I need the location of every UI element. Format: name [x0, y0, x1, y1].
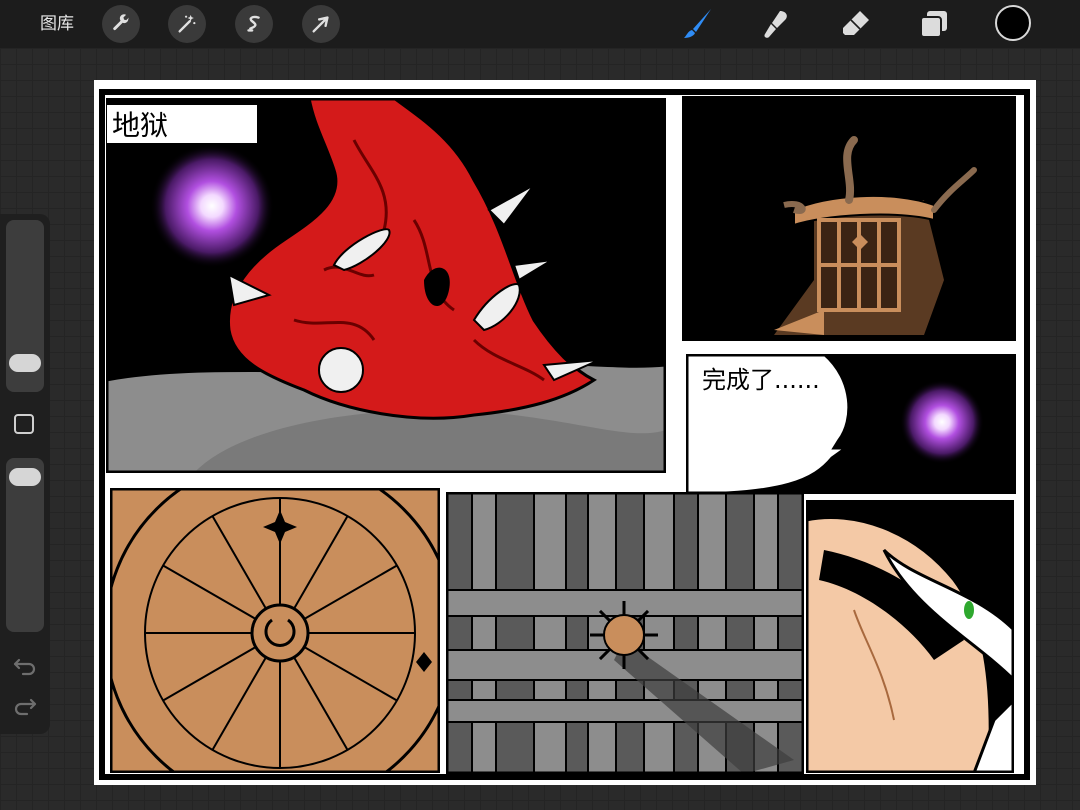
wrench-icon [113, 14, 129, 31]
left-sidebar [0, 214, 50, 734]
redo-icon [14, 698, 37, 716]
panel-hell: 地狱 [106, 98, 666, 473]
modify-button[interactable] [14, 414, 34, 434]
panel-parchment [110, 488, 440, 773]
actions-button[interactable] [102, 5, 140, 43]
opacity-slider[interactable] [6, 458, 44, 632]
brush-button[interactable] [678, 5, 718, 43]
top-toolbar: 图库 [0, 0, 1080, 48]
transform-arrow-icon [312, 16, 329, 33]
undo-icon [13, 658, 36, 676]
stone-column [643, 492, 675, 774]
brush-icon [684, 9, 711, 38]
panel-lantern [682, 96, 1016, 341]
portal-glow-small [900, 380, 984, 464]
gallery-button[interactable]: 图库 [30, 10, 84, 38]
transform-button[interactable] [302, 5, 340, 43]
brush-size-thumb[interactable] [9, 353, 41, 372]
eraser-icon [843, 11, 869, 35]
selection-icon [247, 15, 260, 32]
panel-stone-grid [446, 492, 804, 774]
portal-glow [150, 144, 274, 268]
selection-button[interactable] [235, 5, 273, 43]
layers-icon [920, 11, 947, 38]
layers-button[interactable] [914, 5, 954, 43]
panel-face [806, 500, 1014, 773]
stone-column [753, 492, 779, 774]
stone-column [471, 492, 497, 774]
color-swatch[interactable] [995, 5, 1031, 41]
undo-button[interactable] [12, 654, 38, 678]
smudge-icon [764, 11, 787, 38]
drawing-canvas[interactable]: 地狱 完成了...... [94, 80, 1036, 785]
stone-column [533, 492, 567, 774]
eraser-button[interactable] [836, 5, 876, 43]
opacity-thumb[interactable] [9, 468, 41, 487]
adjustments-button[interactable] [168, 5, 206, 43]
redo-button[interactable] [12, 694, 38, 718]
caption-hell: 地狱 [112, 109, 168, 142]
stone-row [446, 699, 804, 723]
smudge-button[interactable] [756, 5, 796, 43]
panel-completed: 完成了...... [686, 354, 1016, 494]
magic-wand-icon [178, 14, 196, 33]
caption-completed: 完成了...... [702, 366, 820, 394]
brush-size-slider[interactable] [6, 220, 44, 392]
